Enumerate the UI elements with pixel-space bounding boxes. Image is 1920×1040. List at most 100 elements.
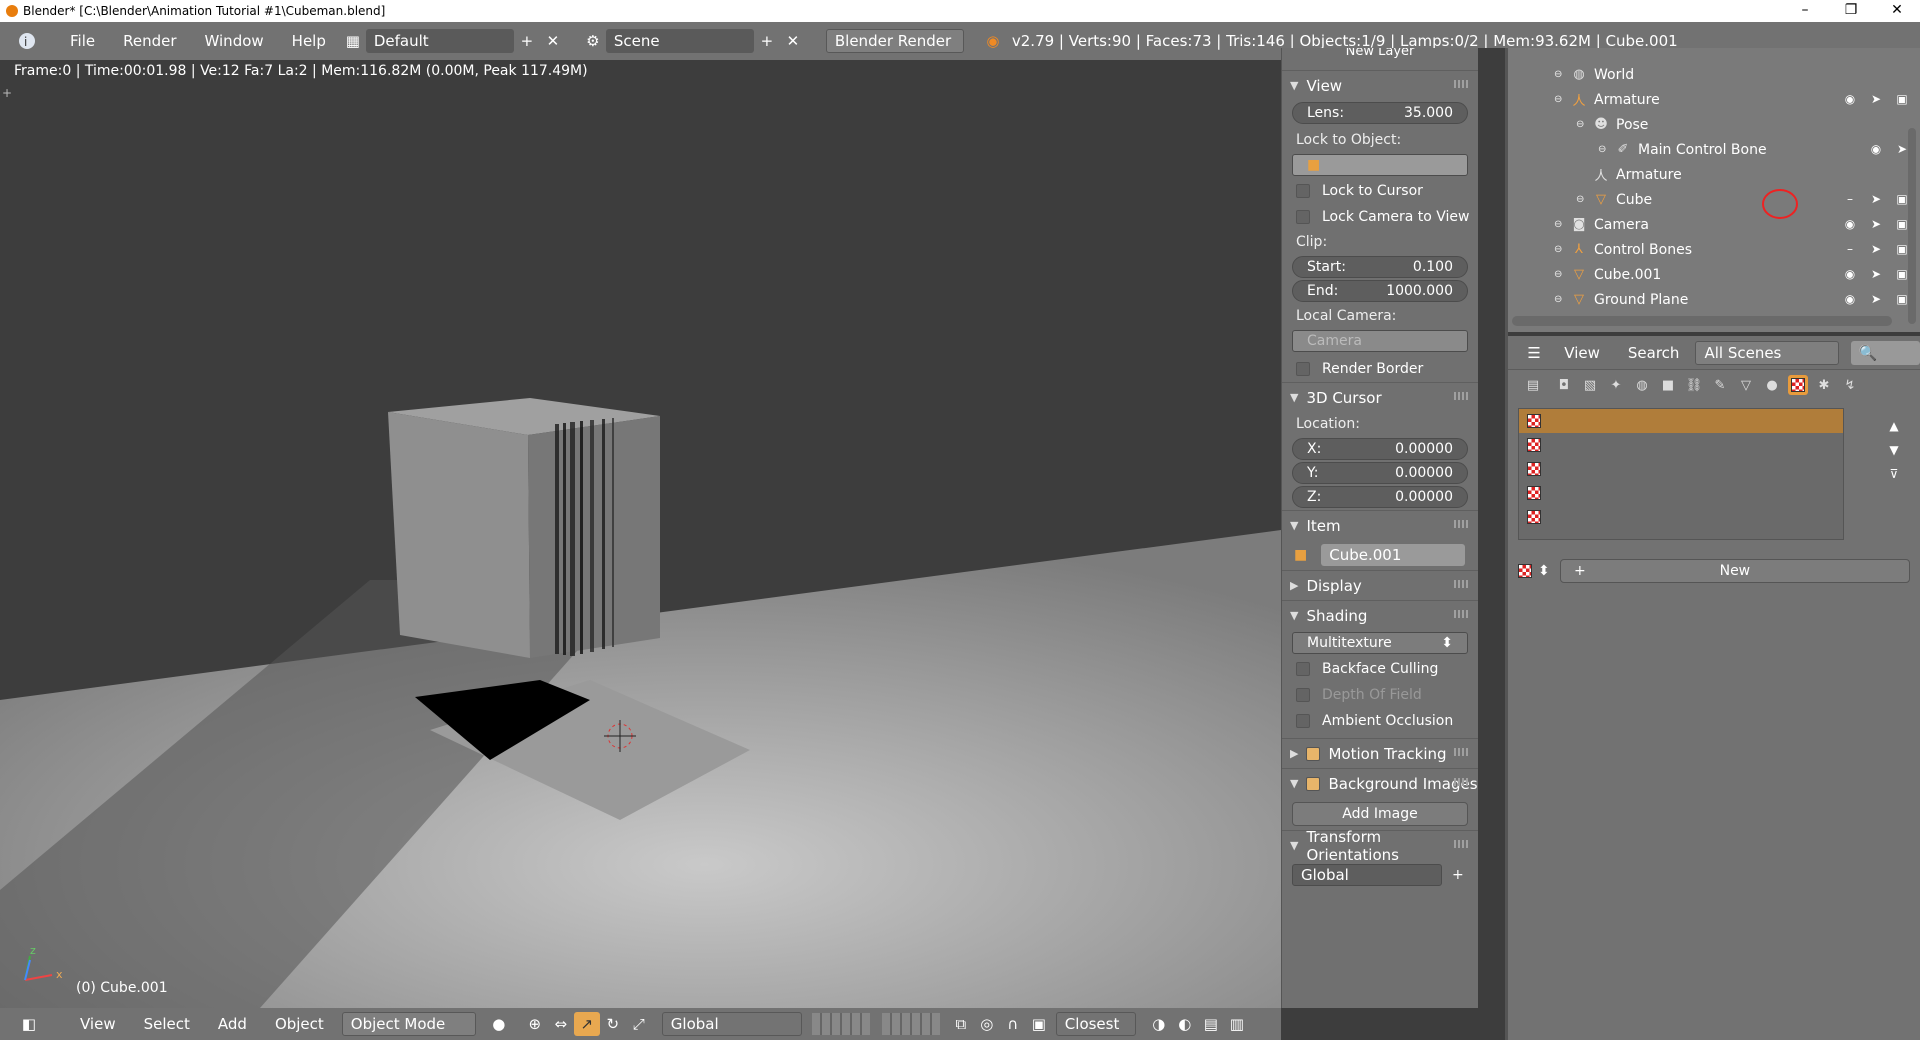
tab-particles-icon[interactable]: ✱ [1814, 375, 1834, 395]
cursor-select-icon[interactable]: ➤ [1868, 241, 1884, 257]
tab-render-icon[interactable]: ◘ [1554, 375, 1574, 395]
translate-manipulator-icon[interactable]: ↗ [573, 1012, 600, 1036]
tab-scene-icon[interactable]: ✦ [1606, 375, 1626, 395]
item-name-field[interactable]: Cube.001 [1321, 544, 1466, 566]
menu-render[interactable]: Render [109, 32, 190, 50]
menu-window[interactable]: Window [191, 32, 278, 50]
orientation-dropdown[interactable]: Global [661, 1012, 802, 1036]
menu-search[interactable]: Search [1614, 344, 1694, 362]
scene-field[interactable]: Scene [605, 29, 754, 53]
texture-slot-2[interactable] [1519, 433, 1843, 457]
cursor-select-icon[interactable]: ➤ [1868, 91, 1884, 107]
layers-grid[interactable] [811, 1013, 870, 1035]
scene-icon[interactable]: ⚙ [580, 29, 606, 53]
tab-data-icon[interactable]: ▽ [1736, 375, 1756, 395]
menu-help[interactable]: Help [278, 32, 340, 50]
render-engine-dropdown[interactable]: Blender Render [825, 29, 964, 53]
editor-type-outliner-icon[interactable]: ☰ [1518, 341, 1550, 365]
panel-background-images-header[interactable]: ▼ Background Images [1282, 768, 1478, 798]
add-scene-icon[interactable]: + [754, 29, 780, 53]
render-border-checkbox[interactable]: Render Border [1282, 356, 1478, 382]
maximize-button[interactable]: ❐ [1828, 0, 1874, 22]
lock-to-cursor-checkbox[interactable]: Lock to Cursor [1282, 178, 1478, 204]
editor-type-properties-icon[interactable]: ▤ [1518, 375, 1548, 395]
texture-slot-3[interactable] [1519, 457, 1843, 481]
menu-add[interactable]: Add [204, 1015, 261, 1033]
cursor-select-icon[interactable]: ➤ [1868, 216, 1884, 232]
tab-render-layers-icon[interactable]: ▧ [1580, 375, 1600, 395]
lens-field[interactable]: Lens: 35.000 [1292, 102, 1468, 124]
texture-browse-icon[interactable] [1518, 564, 1532, 578]
panel-item-header[interactable]: ▼ Item [1282, 510, 1478, 540]
lock-layers-icon[interactable]: ⧉ [948, 1012, 974, 1036]
eye-icon[interactable]: ◉ [1842, 91, 1858, 107]
opengl-anim-icon[interactable]: ▥ [1224, 1012, 1250, 1036]
outliner-row[interactable]: ⊖ ◙ Camera ◉ ➤ ▣ [1508, 212, 1920, 237]
texture-slot-4[interactable] [1519, 481, 1843, 505]
outliner-row[interactable]: ⊖ ☻ Pose [1508, 112, 1920, 137]
expand-toggle-icon[interactable]: ⊖ [1554, 219, 1570, 230]
mode-dropdown[interactable]: Object Mode [341, 1012, 476, 1036]
render-animation-icon[interactable]: ◐ [1172, 1012, 1198, 1036]
panel-view-header[interactable]: ▼ View [1282, 70, 1478, 100]
texture-dropdown-arrow-icon[interactable]: ⬍ [1538, 563, 1550, 579]
texture-slot-list[interactable] [1518, 408, 1844, 540]
snap-element-icon[interactable]: ▣ [1026, 1012, 1052, 1036]
tab-texture-icon[interactable] [1788, 375, 1808, 395]
remove-scene-icon[interactable]: ✕ [780, 29, 806, 53]
lock-camera-checkbox[interactable]: Lock Camera to View [1282, 204, 1478, 230]
eye-icon[interactable]: ◉ [1868, 141, 1884, 157]
outliner-row[interactable]: ⊖ ⅄ Control Bones – ➤ ▣ [1508, 237, 1920, 262]
tab-physics-icon[interactable]: ↯ [1840, 375, 1860, 395]
outliner-row[interactable]: ⊖ ▽ Ground Plane ◉ ➤ ▣ [1508, 287, 1920, 312]
outliner-search-input[interactable]: 🔍 [1850, 340, 1920, 365]
cursor-z-field[interactable]: Z: 0.00000 [1292, 486, 1468, 508]
outliner-scrollbar[interactable] [1908, 128, 1916, 324]
tab-material-icon[interactable]: ● [1762, 375, 1782, 395]
expand-toggle-icon[interactable]: ⊖ [1576, 194, 1592, 205]
pivot-point-icon[interactable]: ⊕ [522, 1012, 548, 1036]
tab-object-icon[interactable]: ■ [1658, 375, 1678, 395]
proportional-edit-icon[interactable]: ◎ [974, 1012, 1000, 1036]
editor-type-3d-icon[interactable]: ◧ [12, 1012, 46, 1036]
outliner-row[interactable]: ⊖ ◍ World [1508, 62, 1920, 87]
expand-toggle-icon[interactable]: ⊖ [1554, 294, 1570, 305]
editor-type-info-icon[interactable]: i [10, 29, 44, 53]
display-mode-dropdown[interactable]: All Scenes [1695, 340, 1839, 365]
cursor-select-icon[interactable]: ➤ [1868, 191, 1884, 207]
render-icon[interactable]: ▣ [1894, 91, 1910, 107]
menu-select[interactable]: Select [130, 1015, 204, 1033]
outliner-row[interactable]: 人 Armature [1508, 162, 1920, 187]
depth-of-field-checkbox[interactable]: Depth Of Field [1282, 682, 1478, 708]
outliner-row[interactable]: ⊖ ▽ Cube – ➤ ▣ [1508, 187, 1920, 212]
panel-shading-header[interactable]: ▼ Shading [1282, 600, 1478, 630]
remove-layout-icon[interactable]: ✕ [540, 29, 566, 53]
orientation-field[interactable]: Global [1292, 864, 1442, 886]
menu-view[interactable]: View [66, 1015, 130, 1033]
panel-3d-cursor-header[interactable]: ▼ 3D Cursor [1282, 382, 1478, 412]
cursor-select-icon[interactable]: ➤ [1868, 291, 1884, 307]
local-camera-field[interactable]: Camera [1292, 330, 1468, 352]
tool-shelf-toggle-icon[interactable]: + [2, 86, 16, 100]
move-down-icon[interactable]: ▼ [1884, 438, 1904, 462]
cursor-x-field[interactable]: X: 0.00000 [1292, 438, 1468, 460]
expand-toggle-icon[interactable]: ⊖ [1554, 94, 1570, 105]
layout-field[interactable]: Default [365, 29, 514, 53]
close-window-button[interactable]: ✕ [1874, 0, 1920, 22]
menu-object[interactable]: Object [261, 1015, 338, 1033]
outliner-hscrollbar[interactable] [1512, 316, 1892, 326]
layers-grid-2[interactable] [881, 1013, 940, 1035]
backface-culling-checkbox[interactable]: Backface Culling [1282, 656, 1478, 682]
rotate-manipulator-icon[interactable]: ↻ [600, 1012, 626, 1036]
new-texture-button[interactable]: + New [1559, 559, 1910, 583]
shading-mode-dropdown[interactable]: Multitexture ⬍ [1292, 632, 1468, 654]
move-up-icon[interactable]: ▲ [1884, 414, 1904, 438]
scale-manipulator-icon[interactable]: ⤢ [626, 1012, 652, 1036]
snap-icon[interactable]: ∩ [1000, 1012, 1026, 1036]
new-layer-label[interactable]: New Layer [1282, 48, 1478, 60]
ambient-occlusion-checkbox[interactable]: Ambient Occlusion [1282, 708, 1478, 734]
clip-end-field[interactable]: End: 1000.000 [1292, 280, 1468, 302]
list-specials-icon[interactable]: ⊽ [1884, 462, 1904, 486]
panel-transform-orientations-header[interactable]: ▼ Transform Orientations [1282, 828, 1478, 864]
outliner-row[interactable]: ⊖ ▽ Cube.001 ◉ ➤ ▣ [1508, 262, 1920, 287]
